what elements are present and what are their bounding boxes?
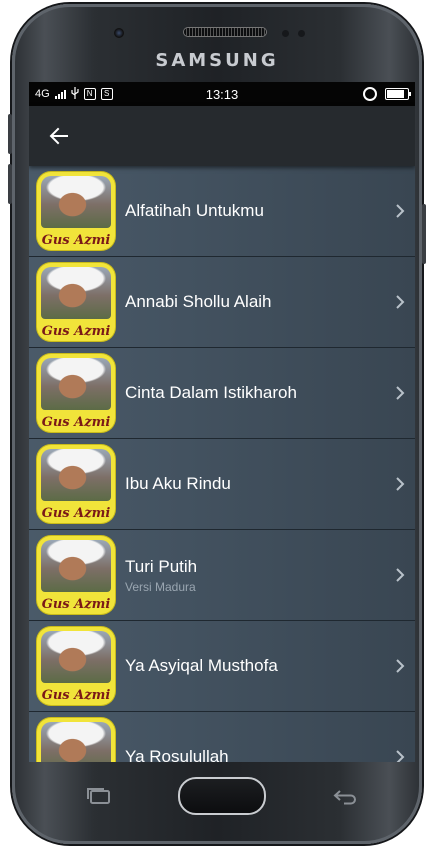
thumbnail-caption: Gus Azmi — [41, 597, 111, 612]
singer-photo — [41, 267, 111, 319]
recent-apps-icon[interactable] — [69, 776, 129, 816]
song-title: Annabi Shollu Alaih — [125, 292, 272, 311]
list-item[interactable]: Gus Azmi Ya Rosulullah — [29, 712, 415, 762]
device-brand: SAMSUNG — [155, 50, 279, 71]
home-button[interactable] — [178, 777, 266, 815]
album-thumbnail: Gus Azmi — [37, 627, 115, 705]
album-thumbnail: Gus Azmi — [37, 172, 115, 250]
network-type: 4G — [35, 88, 50, 100]
thumbnail-caption: Gus Azmi — [41, 688, 111, 703]
earpiece-speaker — [184, 28, 266, 36]
list-item[interactable]: Gus Azmi Cinta Dalam Istikharoh — [29, 348, 415, 439]
sd-icon: S — [100, 88, 113, 100]
power-button — [422, 204, 426, 264]
light-sensor — [298, 30, 305, 37]
signal-icon — [54, 89, 66, 99]
alarm-icon — [363, 87, 377, 101]
back-icon[interactable] — [315, 776, 375, 816]
thumbnail-caption: Gus Azmi — [41, 324, 111, 339]
thumbnail-caption: Gus Azmi — [41, 415, 111, 430]
list-item[interactable]: Gus Azmi Ibu Aku Rindu — [29, 439, 415, 530]
song-title: Cinta Dalam Istikharoh — [125, 383, 297, 402]
album-thumbnail: Gus Azmi — [37, 536, 115, 614]
album-thumbnail: Gus Azmi — [37, 445, 115, 523]
album-thumbnail: Gus Azmi — [37, 718, 115, 762]
navigation-bar — [29, 762, 415, 830]
thumbnail-caption: Gus Azmi — [41, 506, 111, 521]
singer-photo — [41, 449, 111, 501]
song-title: Ibu Aku Rindu — [125, 474, 231, 493]
chevron-right-icon — [385, 658, 415, 674]
volume-up-button — [8, 114, 12, 154]
chevron-right-icon — [385, 749, 415, 762]
chevron-right-icon — [385, 567, 415, 583]
song-list: Gus Azmi Alfatihah Untukmu Gus Azmi Annabi … — [29, 166, 415, 762]
singer-photo — [41, 722, 111, 762]
list-item[interactable]: Gus Azmi Alfatihah Untukmu — [29, 166, 415, 257]
front-camera — [114, 28, 124, 38]
song-title: Ya Asyiqal Musthofa — [125, 656, 278, 675]
singer-photo — [41, 176, 111, 228]
list-item[interactable]: Gus Azmi Ya Asyiqal Musthofa — [29, 621, 415, 712]
chevron-right-icon — [385, 203, 415, 219]
proximity-sensor — [282, 30, 289, 37]
singer-photo — [41, 358, 111, 410]
usb-icon — [71, 86, 79, 102]
list-item[interactable]: Gus Azmi Annabi Shollu Alaih — [29, 257, 415, 348]
song-subtitle: Versi Madura — [125, 579, 196, 594]
status-bar: 4G N S 13:13 — [29, 82, 415, 106]
song-title: Alfatihah Untukmu — [125, 201, 264, 220]
thumbnail-caption: Gus Azmi — [41, 233, 111, 248]
arrow-left-icon — [49, 127, 68, 145]
song-title: Turi Putih — [125, 556, 198, 576]
back-button[interactable] — [37, 114, 81, 158]
chevron-right-icon — [385, 385, 415, 401]
singer-photo — [41, 540, 111, 592]
volume-down-button — [8, 164, 12, 204]
nfc-icon: N — [83, 88, 96, 100]
list-item[interactable]: Gus Azmi Turi Putih Versi Madura — [29, 530, 415, 621]
screen: 4G N S 13:13 Gus Azmi Alfatihah Untukmu Gu… — [29, 82, 415, 762]
battery-icon — [385, 88, 411, 100]
song-title: Ya Rosulullah — [125, 747, 229, 762]
singer-photo — [41, 631, 111, 683]
app-bar — [29, 106, 415, 166]
album-thumbnail: Gus Azmi — [37, 263, 115, 341]
chevron-right-icon — [385, 476, 415, 492]
album-thumbnail: Gus Azmi — [37, 354, 115, 432]
chevron-right-icon — [385, 294, 415, 310]
